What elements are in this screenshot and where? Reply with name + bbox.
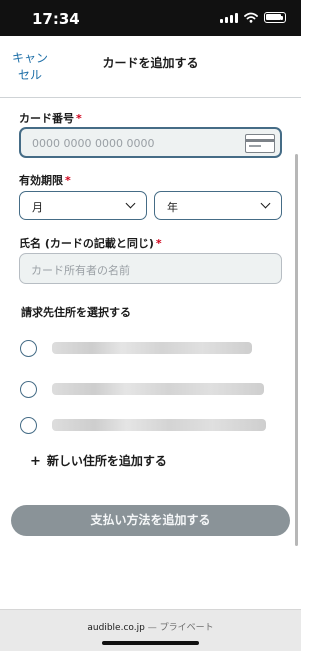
plus-icon: + (30, 454, 41, 469)
name-label: 氏名 (カードの記載と同じ) * (19, 235, 162, 251)
url-separator: — (147, 623, 157, 633)
header: キャン セル カードを追加する (0, 36, 301, 98)
battery-icon (264, 12, 286, 23)
expiry-label: 有効期限 * (19, 172, 71, 188)
address-radio[interactable] (20, 417, 37, 434)
address-option[interactable] (20, 337, 282, 359)
redacted-address-text (52, 342, 252, 354)
address-option[interactable] (20, 378, 282, 400)
status-icons (220, 12, 286, 23)
address-radio[interactable] (20, 381, 37, 398)
scrollbar[interactable] (295, 154, 298, 546)
wifi-icon (244, 12, 258, 23)
status-time: 17:34 (32, 10, 80, 28)
private-mode-label: プライベート (159, 623, 214, 633)
cardholder-name-placeholder: カード所有者の名前 (31, 264, 130, 277)
expiry-year-value: 年 (167, 201, 178, 214)
required-mark: * (155, 237, 162, 250)
expiry-month-value: 月 (32, 201, 43, 214)
expiry-year-select[interactable]: 年 (154, 191, 282, 220)
page-title: カードを追加する (102, 56, 199, 70)
expiry-month-select[interactable]: 月 (19, 191, 147, 220)
address-option[interactable] (20, 414, 282, 436)
add-new-address-label: 新しい住所を追加する (46, 454, 167, 468)
required-mark: * (65, 174, 71, 187)
chevron-down-icon (260, 198, 271, 209)
status-bar: 17:34 (0, 0, 301, 36)
add-payment-method-button[interactable]: 支払い方法を追加する (11, 505, 290, 536)
redacted-address-text (52, 383, 264, 395)
card-number-placeholder: 0000 0000 0000 0000 (32, 137, 155, 150)
chevron-down-icon (125, 198, 136, 209)
browser-bottom-bar: audible.co.jp — プライベート (0, 609, 301, 651)
address-radio[interactable] (20, 340, 37, 357)
cellular-signal-icon (220, 12, 238, 23)
cardholder-name-input[interactable]: カード所有者の名前 (19, 253, 282, 284)
expiry-label-text: 有効期限 (19, 174, 63, 187)
url-display[interactable]: audible.co.jp — プライベート (0, 620, 301, 633)
required-mark: * (76, 112, 82, 125)
domain-text: audible.co.jp (87, 623, 145, 633)
credit-card-icon (245, 134, 275, 153)
card-number-input[interactable]: 0000 0000 0000 0000 (19, 127, 282, 158)
home-indicator[interactable] (102, 641, 199, 645)
card-number-label-text: カード番号 (19, 112, 74, 125)
add-new-address-link[interactable]: + 新しい住所を追加する (30, 452, 167, 469)
card-number-label: カード番号 * (19, 110, 82, 126)
redacted-address-text (52, 419, 266, 431)
billing-address-title: 請求先住所を選択する (21, 306, 131, 319)
name-label-text: 氏名 (カードの記載と同じ) (19, 237, 154, 250)
